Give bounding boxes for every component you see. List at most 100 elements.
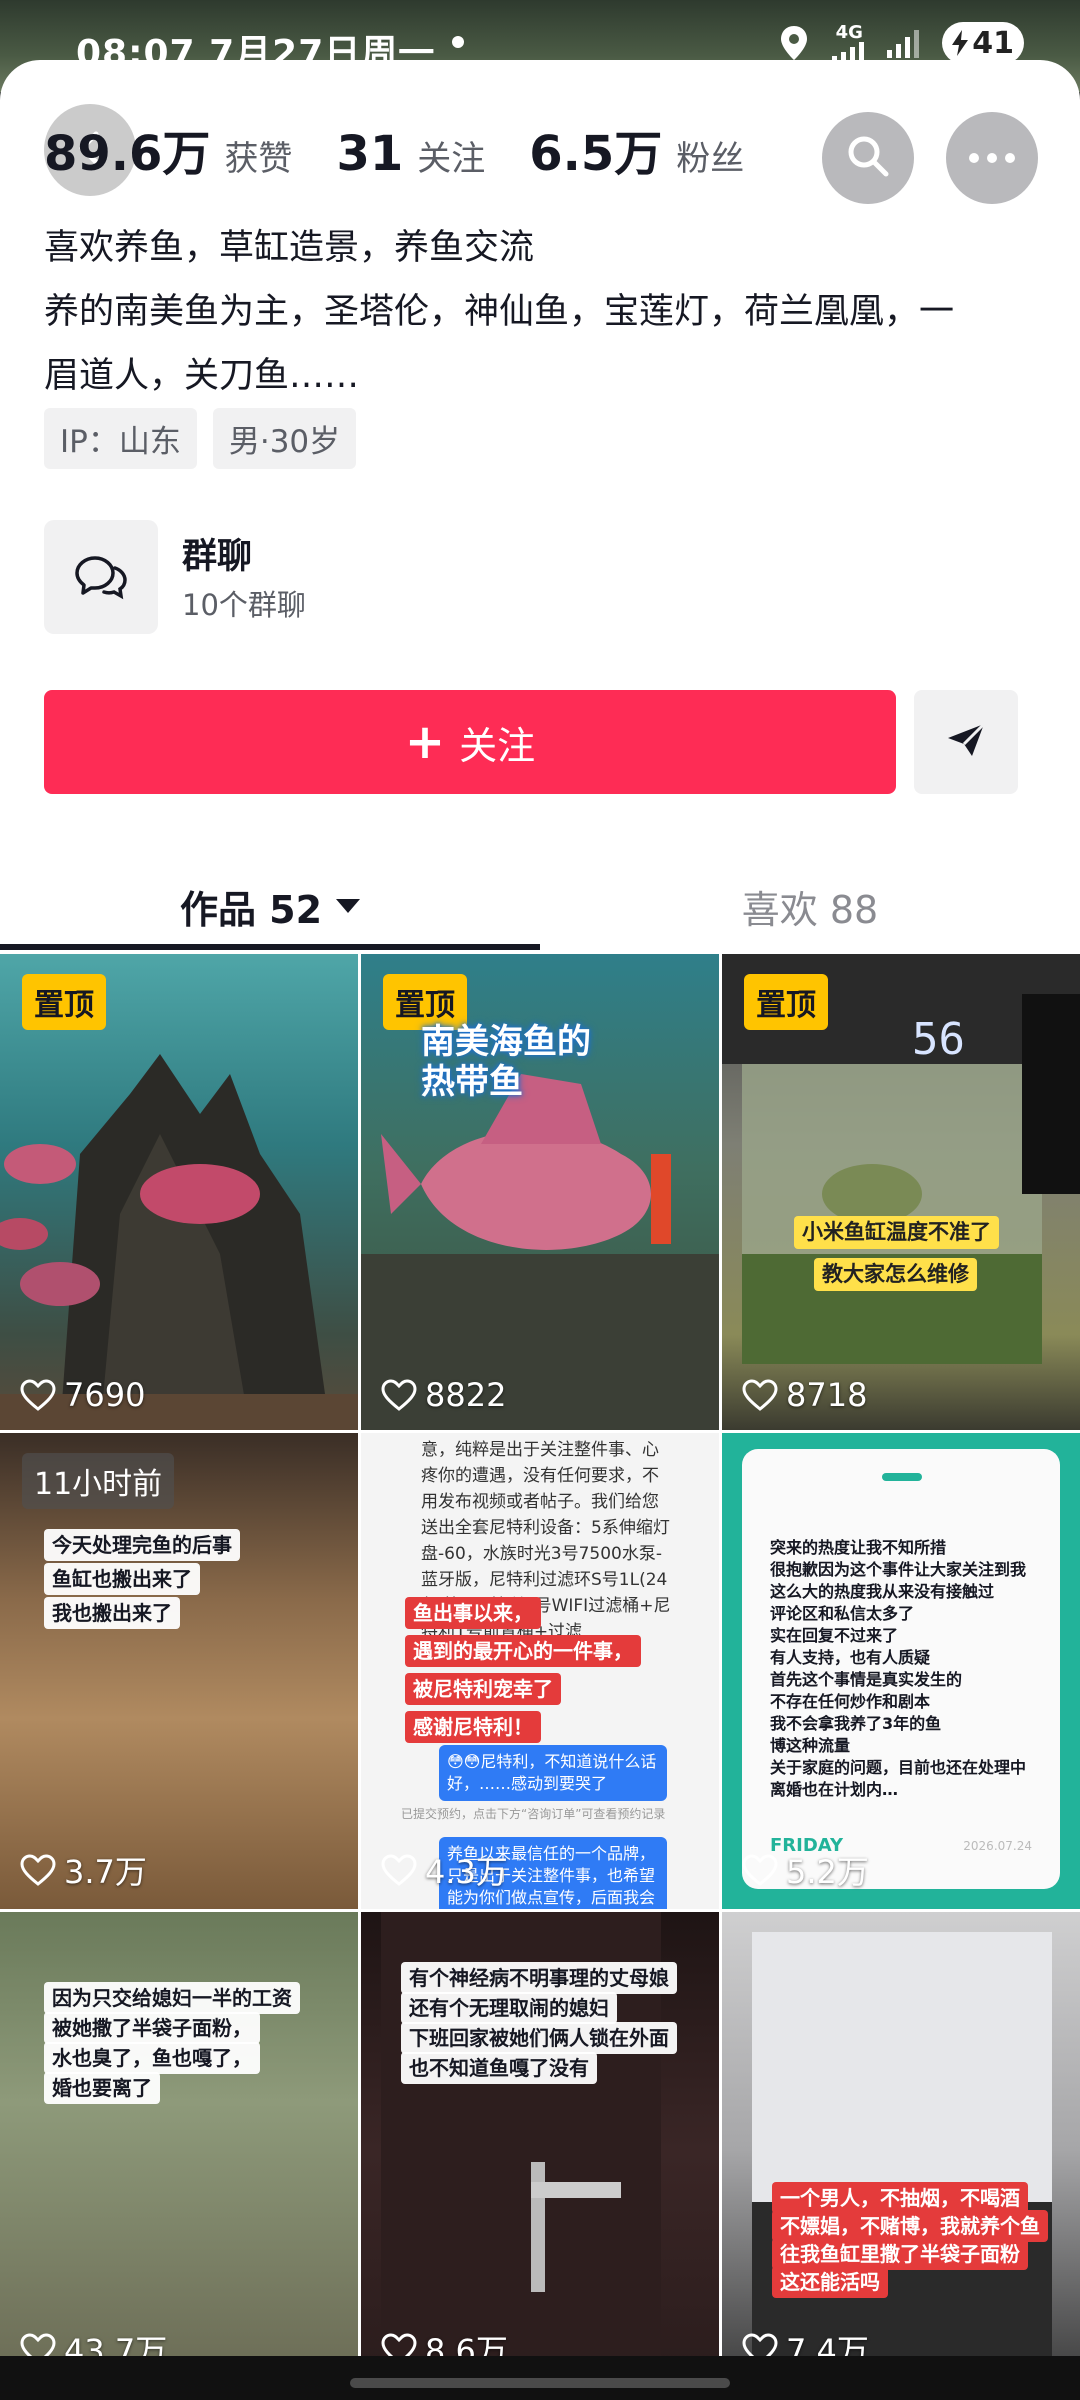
caret-down-icon [336,899,361,913]
note-line: 首先这个事情是真实发生的 [770,1670,963,1689]
caption-line: 被尼特利宠幸了 [405,1673,561,1705]
note-line: 我不会拿我养了3年的鱼 [770,1714,942,1733]
caption-line: 教大家怎么维修 [814,1258,977,1292]
caption-line: 遇到的最开心的一件事， [405,1635,641,1667]
video-thumbnail[interactable]: 一个男人，不抽烟，不喝酒 不嫖娼，不赌博，我就养个鱼 往我鱼缸里撒了半袋子面粉 … [722,1912,1080,2388]
caption-line: 小米鱼缸温度不准了 [794,1216,999,1250]
note-text: 突来的热度让我不知所措 很抱歉因为这个事件让大家关注到我 这么大的热度我从来没有接触… [770,1537,1040,1801]
note-card: 突来的热度让我不知所措 很抱歉因为这个事件让大家关注到我 这么大的热度我从来没有接触… [742,1449,1060,1889]
tab-likes[interactable]: 喜欢 88 [540,860,1080,952]
heart-outline-icon [381,1854,417,1886]
note-line: 不存在任何炒作和剧本 [770,1692,931,1711]
profile-tags: IP：山东 男·30岁 [44,408,357,469]
caption-line: 下班回家被她们俩人锁在外面 [401,2022,677,2054]
group-chat-subtitle: 10个群聊 [182,588,306,622]
location-icon [774,23,814,63]
likes-count: 89.6万 [44,126,211,182]
like-count: 3.7万 [20,1847,147,1893]
like-count-value: 8822 [425,1376,507,1414]
caption-line: 有个神经病不明事理的丈母娘 [401,1962,677,1994]
charging-icon [952,30,969,56]
caption-line: 感谢尼特利！ [405,1711,541,1743]
tab-likes-label: 喜欢 88 [741,887,879,932]
home-indicator[interactable] [350,2378,730,2388]
like-count-value: 7690 [64,1376,146,1414]
like-count: 4.3万 [381,1847,508,1893]
following-count[interactable]: 31 [336,126,403,182]
chat-notice: 已提交预约，点击下方“咨询订单”可查看预约记录 [401,1807,666,1821]
like-count: 5.2万 [742,1847,869,1893]
aquarium-scene [752,1932,1052,2388]
gender-age-tag: 男·30岁 [212,408,357,469]
caption-line: 我也搬出来了 [44,1597,180,1629]
note-line: 博这种流量 [770,1736,851,1755]
signal-icon [884,23,924,63]
like-count: 8718 [742,1376,867,1414]
heart-outline-icon [381,1379,417,1411]
like-count-value: 5.2万 [786,1853,869,1891]
temperature-display: 56 [912,1014,965,1065]
group-chat-entry[interactable]: 群聊 10个群聊 [44,520,744,634]
heart-outline-icon [742,1854,778,1886]
caption-line: 也不知道鱼嘎了没有 [401,2052,597,2084]
bio-line: 养的南美鱼为主，圣塔伦，神仙鱼，宝莲灯，荷兰凰凰，一 [44,292,955,332]
caption-line: 鱼出事以来， [405,1597,541,1629]
chat-bubble: 😳😳尼特利，不知道说什么话好，……感动到要哭了 [439,1745,667,1801]
video-thumbnail[interactable]: 置顶 7690 [0,954,358,1430]
caption-line: 婚也要离了 [44,2072,160,2104]
heart-outline-icon [20,1854,56,1886]
following-label[interactable]: 关注 [417,131,485,180]
video-thumbnail[interactable]: 突来的热度让我不知所措 很抱歉因为这个事件让大家关注到我 这么大的热度我从来没有接触… [722,1433,1080,1909]
caption-line: 鱼缸也搬出来了 [44,1563,200,1595]
send-icon [944,720,988,764]
note-line: 实在回复不过来了 [770,1626,899,1645]
profile-sheet: 89.6万 获赞 31 关注 6.5万 粉丝 喜欢养鱼，草缸造景，养鱼交流 养的… [0,60,1080,2400]
heart-outline-icon [20,1379,56,1411]
network-label: 4G [835,22,863,43]
note-line: 离婚也在计划内… [770,1780,899,1799]
search-button[interactable] [822,112,914,204]
like-count-value: 8718 [786,1376,868,1414]
like-count-value: 4.3万 [425,1853,508,1891]
follow-button[interactable]: + 关注 [44,690,896,794]
tab-works[interactable]: 作品 52 [0,860,540,952]
time-badge: 11小时前 [22,1453,175,1509]
like-count: 7690 [20,1376,145,1414]
caption-line: 因为只交给媳妇一半的工资 [44,1982,300,2014]
share-button[interactable] [914,690,1018,794]
ip-tag: IP：山东 [44,408,197,469]
tab-indicator [0,944,540,950]
pinned-badge: 置顶 [22,974,106,1030]
video-thumbnail[interactable]: 有个神经病不明事理的丈母娘 还有个无理取闹的媳妇 下班回家被她们俩人锁在外面 也… [361,1912,719,2388]
status-icons: 4G 41 [774,22,1024,64]
bio-line: 眉道人，关刀鱼…… [44,356,360,396]
follow-label: 关注 [459,723,536,768]
caption-line: 还有个无理取闹的媳妇 [401,1992,617,2024]
video-thumbnail[interactable]: 因为只交给媳妇一半的工资 被她撒了半袋子面粉， 水也臭了，鱼也嘎了， 婚也要离了… [0,1912,358,2388]
chat-bubble-icon [44,520,158,634]
like-count: 8822 [381,1376,506,1414]
caption-line: 这还能活吗 [772,2266,888,2298]
video-thumbnail[interactable]: 11小时前 今天处理完鱼的后事 鱼缸也搬出来了 我也搬出来了 3.7万 [0,1433,358,1909]
like-count-value: 3.7万 [64,1853,147,1891]
video-thumbnail[interactable]: 意，纯粹是出于关注整件事、心疼你的遭遇，没有任何要求，不用发布视频或者帖子。我们… [361,1433,719,1909]
note-line: 评论区和私信太多了 [770,1604,915,1623]
video-thumbnail[interactable]: 56 置顶 小米鱼缸温度不准了 教大家怎么维修 8718 [722,954,1080,1430]
note-line: 有人支持，也有人质疑 [770,1648,931,1667]
more-button[interactable] [946,112,1038,204]
profile-stats: 89.6万 获赞 31 关注 6.5万 粉丝 [44,114,774,184]
more-dots-icon [968,149,1016,168]
followers-count[interactable]: 6.5万 [529,114,662,184]
note-line: 突来的热度让我不知所措 [770,1538,947,1557]
followers-label[interactable]: 粉丝 [676,131,744,180]
search-icon [845,133,891,183]
pinned-badge: 置顶 [744,974,828,1030]
video-thumbnail[interactable]: 置顶 南美海鱼的 热带鱼 8822 [361,954,719,1430]
content-tabs: 作品 52 喜欢 88 [0,860,1080,952]
battery-indicator: 41 [942,22,1024,64]
status-dot [452,36,464,48]
group-chat-title: 群聊 [182,537,253,577]
video-caption: 南美海鱼的 热带鱼 [421,1022,591,1102]
battery-level: 41 [972,25,1014,61]
bio-line: 喜欢养鱼，草缸造景，养鱼交流 [44,228,535,268]
